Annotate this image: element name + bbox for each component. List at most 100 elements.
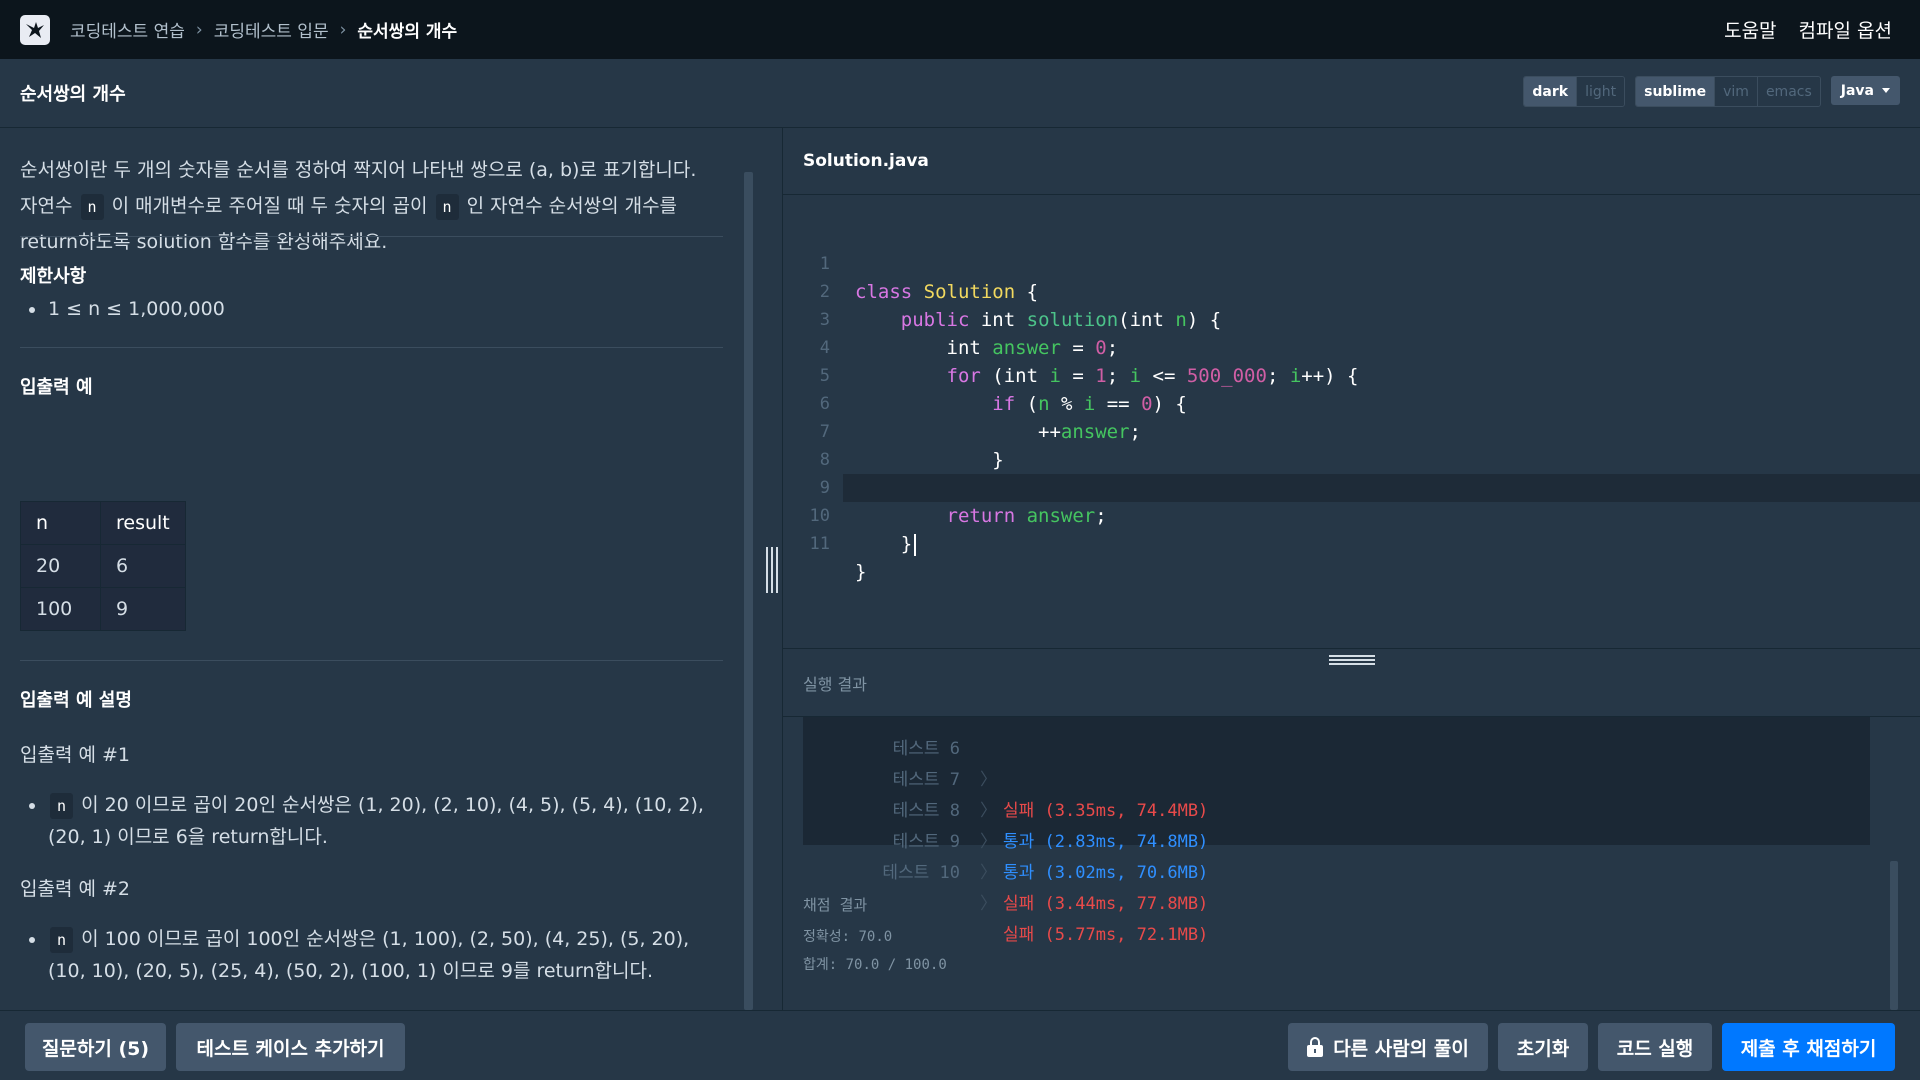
text-cursor bbox=[914, 533, 917, 556]
code-line: 7 } bbox=[783, 390, 1920, 471]
top-nav: 코딩테스트 연습 › 코딩테스트 입문 › 순서쌍의 개수 도움말 컴파일 옵션 bbox=[0, 0, 1920, 59]
problem-description-panel[interactable]: 순서쌍이란 두 개의 숫자를 순서를 정하여 짝지어 나타낸 쌍으로 (a, b… bbox=[0, 128, 782, 1010]
reset-button[interactable]: 초기화 bbox=[1498, 1023, 1588, 1071]
language-label: Java bbox=[1840, 82, 1874, 99]
test-status-text: 실패 bbox=[1003, 925, 1035, 945]
example-1-line-1: 이 20 이므로 곱이 20인 순서쌍은 (1, 20), (2, 10), (… bbox=[81, 794, 704, 816]
test-result-row: 테스트 7 〉 통과 (2.83ms, 74.8MB) bbox=[803, 734, 1870, 852]
chevron-right-icon: › bbox=[339, 19, 347, 40]
test-result-row: 테스트 9 〉 실패 (3.44ms, 77.8MB) bbox=[803, 796, 1870, 914]
constraint-item: 1 ≤ n ≤ 1,000,000 bbox=[29, 293, 225, 325]
code-line: 11 } bbox=[783, 502, 1920, 583]
test-status: 통과 (3.02ms, 70.6MB) bbox=[1003, 858, 1208, 889]
table-cell: 6 bbox=[100, 544, 186, 588]
theme-light-button[interactable]: light bbox=[1577, 77, 1625, 106]
breadcrumb-intro[interactable]: 코딩테스트 입문 bbox=[214, 17, 329, 42]
io-explanation-heading: 입출력 예 설명 bbox=[20, 690, 132, 711]
test-status: 실패 (3.44ms, 77.8MB) bbox=[1003, 889, 1208, 920]
chevron-right-icon: 〉 bbox=[980, 894, 997, 914]
test-result-row: 테스트 6 〉 실패 (3.35ms, 74.4MB) bbox=[803, 717, 1870, 821]
help-link[interactable]: 도움말 bbox=[1724, 16, 1776, 43]
example-1-item: n 이 20 이므로 곱이 20인 순서쌍은 (1, 20), (2, 10),… bbox=[29, 789, 704, 853]
theme-dark-button[interactable]: dark bbox=[1524, 77, 1578, 106]
score-total: 합계: 70.0 / 100.0 bbox=[803, 957, 947, 973]
horizontal-resize-handle[interactable] bbox=[1329, 655, 1375, 665]
test-status-text: 통과 bbox=[1003, 863, 1035, 883]
test-name: 테스트 10 bbox=[882, 863, 960, 883]
code-line: 6 ++answer; bbox=[783, 362, 1920, 443]
code-line: 3 int answer = 0; bbox=[783, 278, 1920, 359]
chevron-right-icon: › bbox=[195, 19, 203, 40]
code-editor[interactable]: 1 class Solution { 2 public int solution… bbox=[783, 196, 1920, 648]
keymap-vim-button[interactable]: vim bbox=[1715, 77, 1758, 106]
example-2-title: 입출력 예 #2 bbox=[20, 878, 131, 900]
editor-filename: Solution.java bbox=[803, 151, 929, 171]
code-line: 2 public int solution(int n) { bbox=[783, 250, 1920, 331]
others-solutions-button[interactable]: 다른 사람의 풀이 bbox=[1288, 1023, 1488, 1071]
table-header-cell: n bbox=[20, 501, 101, 545]
example-1-line-2: (20, 1) 이므로 6을 return합니다. bbox=[48, 826, 328, 848]
caret-down-icon bbox=[1882, 88, 1890, 93]
editor-header: Solution.java bbox=[783, 128, 1920, 195]
table-cell: 20 bbox=[20, 544, 101, 588]
lock-icon bbox=[1307, 1037, 1324, 1057]
desc-line-2b: 이 매개변수로 주어질 때 두 숫자의 곱이 bbox=[111, 195, 428, 217]
ask-question-button[interactable]: 질문하기 (5) bbox=[25, 1023, 166, 1071]
code-token: } bbox=[855, 561, 867, 583]
example-2-item: n 이 100 이므로 곱이 100인 순서쌍은 (1, 100), (2, 5… bbox=[28, 923, 690, 987]
others-solutions-label: 다른 사람의 풀이 bbox=[1333, 1037, 1469, 1060]
example-2-line-1: 이 100 이므로 곱이 100인 순서쌍은 (1, 100), (2, 50)… bbox=[81, 928, 690, 950]
table-cell: 100 bbox=[20, 587, 101, 631]
desc-line-2a: 자연수 bbox=[20, 195, 73, 217]
test-detail: (5.77ms, 72.1MB) bbox=[1044, 925, 1209, 945]
example-2-line-2: (10, 10), (20, 5), (25, 4), (50, 2), (10… bbox=[48, 960, 654, 982]
language-select[interactable]: Java bbox=[1830, 76, 1900, 105]
desc-line-1: 순서쌍이란 두 개의 숫자를 순서를 정하여 짝지어 나타낸 쌍으로 (a, b… bbox=[20, 159, 697, 181]
breadcrumb-current: 순서쌍의 개수 bbox=[357, 22, 458, 42]
result-header: 실행 결과 bbox=[783, 648, 1920, 717]
code-line: 8 } bbox=[783, 418, 1920, 499]
code-line: 5 if (n % i == 0) { bbox=[783, 334, 1920, 415]
inline-code-n: n bbox=[50, 792, 74, 819]
programmers-logo-icon[interactable] bbox=[20, 14, 50, 45]
keymap-sublime-button[interactable]: sublime bbox=[1636, 77, 1716, 106]
problem-description: 순서쌍이란 두 개의 숫자를 순서를 정하여 짝지어 나타낸 쌍으로 (a, b… bbox=[20, 152, 730, 260]
test-status-text: 실패 bbox=[1003, 894, 1035, 914]
code-line: 9 return answer; bbox=[783, 446, 1920, 527]
desc-line-2c: 인 자연수 순서쌍의 개수를 bbox=[466, 195, 678, 217]
code-line: 1 class Solution { bbox=[783, 222, 1920, 303]
score-title: 채점 결과 bbox=[803, 896, 868, 914]
desc-line-3: return하도록 solution 함수를 완성해주세요. bbox=[20, 231, 388, 253]
keymap-toggle: sublime vim emacs bbox=[1635, 76, 1821, 107]
test-results-list: 테스트 6 〉 실패 (3.35ms, 74.4MB) 테스트 7 〉 통과 (… bbox=[803, 717, 1870, 945]
inline-code-n: n bbox=[435, 193, 459, 220]
breadcrumb-practice[interactable]: 코딩테스트 연습 bbox=[70, 17, 185, 42]
vertical-resize-handle[interactable] bbox=[766, 547, 778, 593]
test-status: 실패 (5.77ms, 72.1MB) bbox=[1003, 920, 1208, 951]
divider bbox=[20, 660, 723, 661]
submit-button[interactable]: 제출 후 채점하기 bbox=[1722, 1023, 1895, 1071]
result-title: 실행 결과 bbox=[803, 675, 867, 694]
constraints-heading: 제한사항 bbox=[20, 266, 87, 287]
example-1-title: 입출력 예 #1 bbox=[20, 744, 131, 766]
test-result-row: 테스트 8 〉 통과 (3.02ms, 70.6MB) bbox=[803, 765, 1870, 883]
test-result-row: 테스트 10 〉 실패 (5.77ms, 72.1MB) bbox=[803, 827, 1870, 945]
compile-options-link[interactable]: 컴파일 옵션 bbox=[1799, 16, 1892, 43]
table-row: 100 9 bbox=[20, 587, 186, 631]
line-number: 11 bbox=[809, 534, 830, 554]
breadcrumb: 코딩테스트 연습 › 코딩테스트 입문 › 순서쌍의 개수 bbox=[70, 17, 458, 43]
problem-header: 순서쌍의 개수 dark light sublime vim emacs Jav… bbox=[0, 59, 1920, 128]
inline-code-n: n bbox=[80, 193, 104, 220]
run-code-button[interactable]: 코드 실행 bbox=[1598, 1023, 1712, 1071]
inline-code-n: n bbox=[50, 926, 74, 953]
theme-toggle: dark light bbox=[1523, 76, 1626, 107]
add-testcase-button[interactable]: 테스트 케이스 추가하기 bbox=[176, 1023, 405, 1071]
code-line: 10 } bbox=[783, 474, 1920, 556]
description-scrollbar[interactable] bbox=[744, 172, 753, 1010]
table-cell: 9 bbox=[100, 587, 186, 631]
divider bbox=[20, 236, 723, 237]
result-scrollbar[interactable] bbox=[1890, 861, 1898, 1010]
test-detail: (3.44ms, 77.8MB) bbox=[1044, 894, 1209, 914]
result-output[interactable]: 테스트 6 〉 실패 (3.35ms, 74.4MB) 테스트 7 〉 통과 (… bbox=[783, 717, 1920, 1010]
keymap-emacs-button[interactable]: emacs bbox=[1757, 77, 1820, 106]
